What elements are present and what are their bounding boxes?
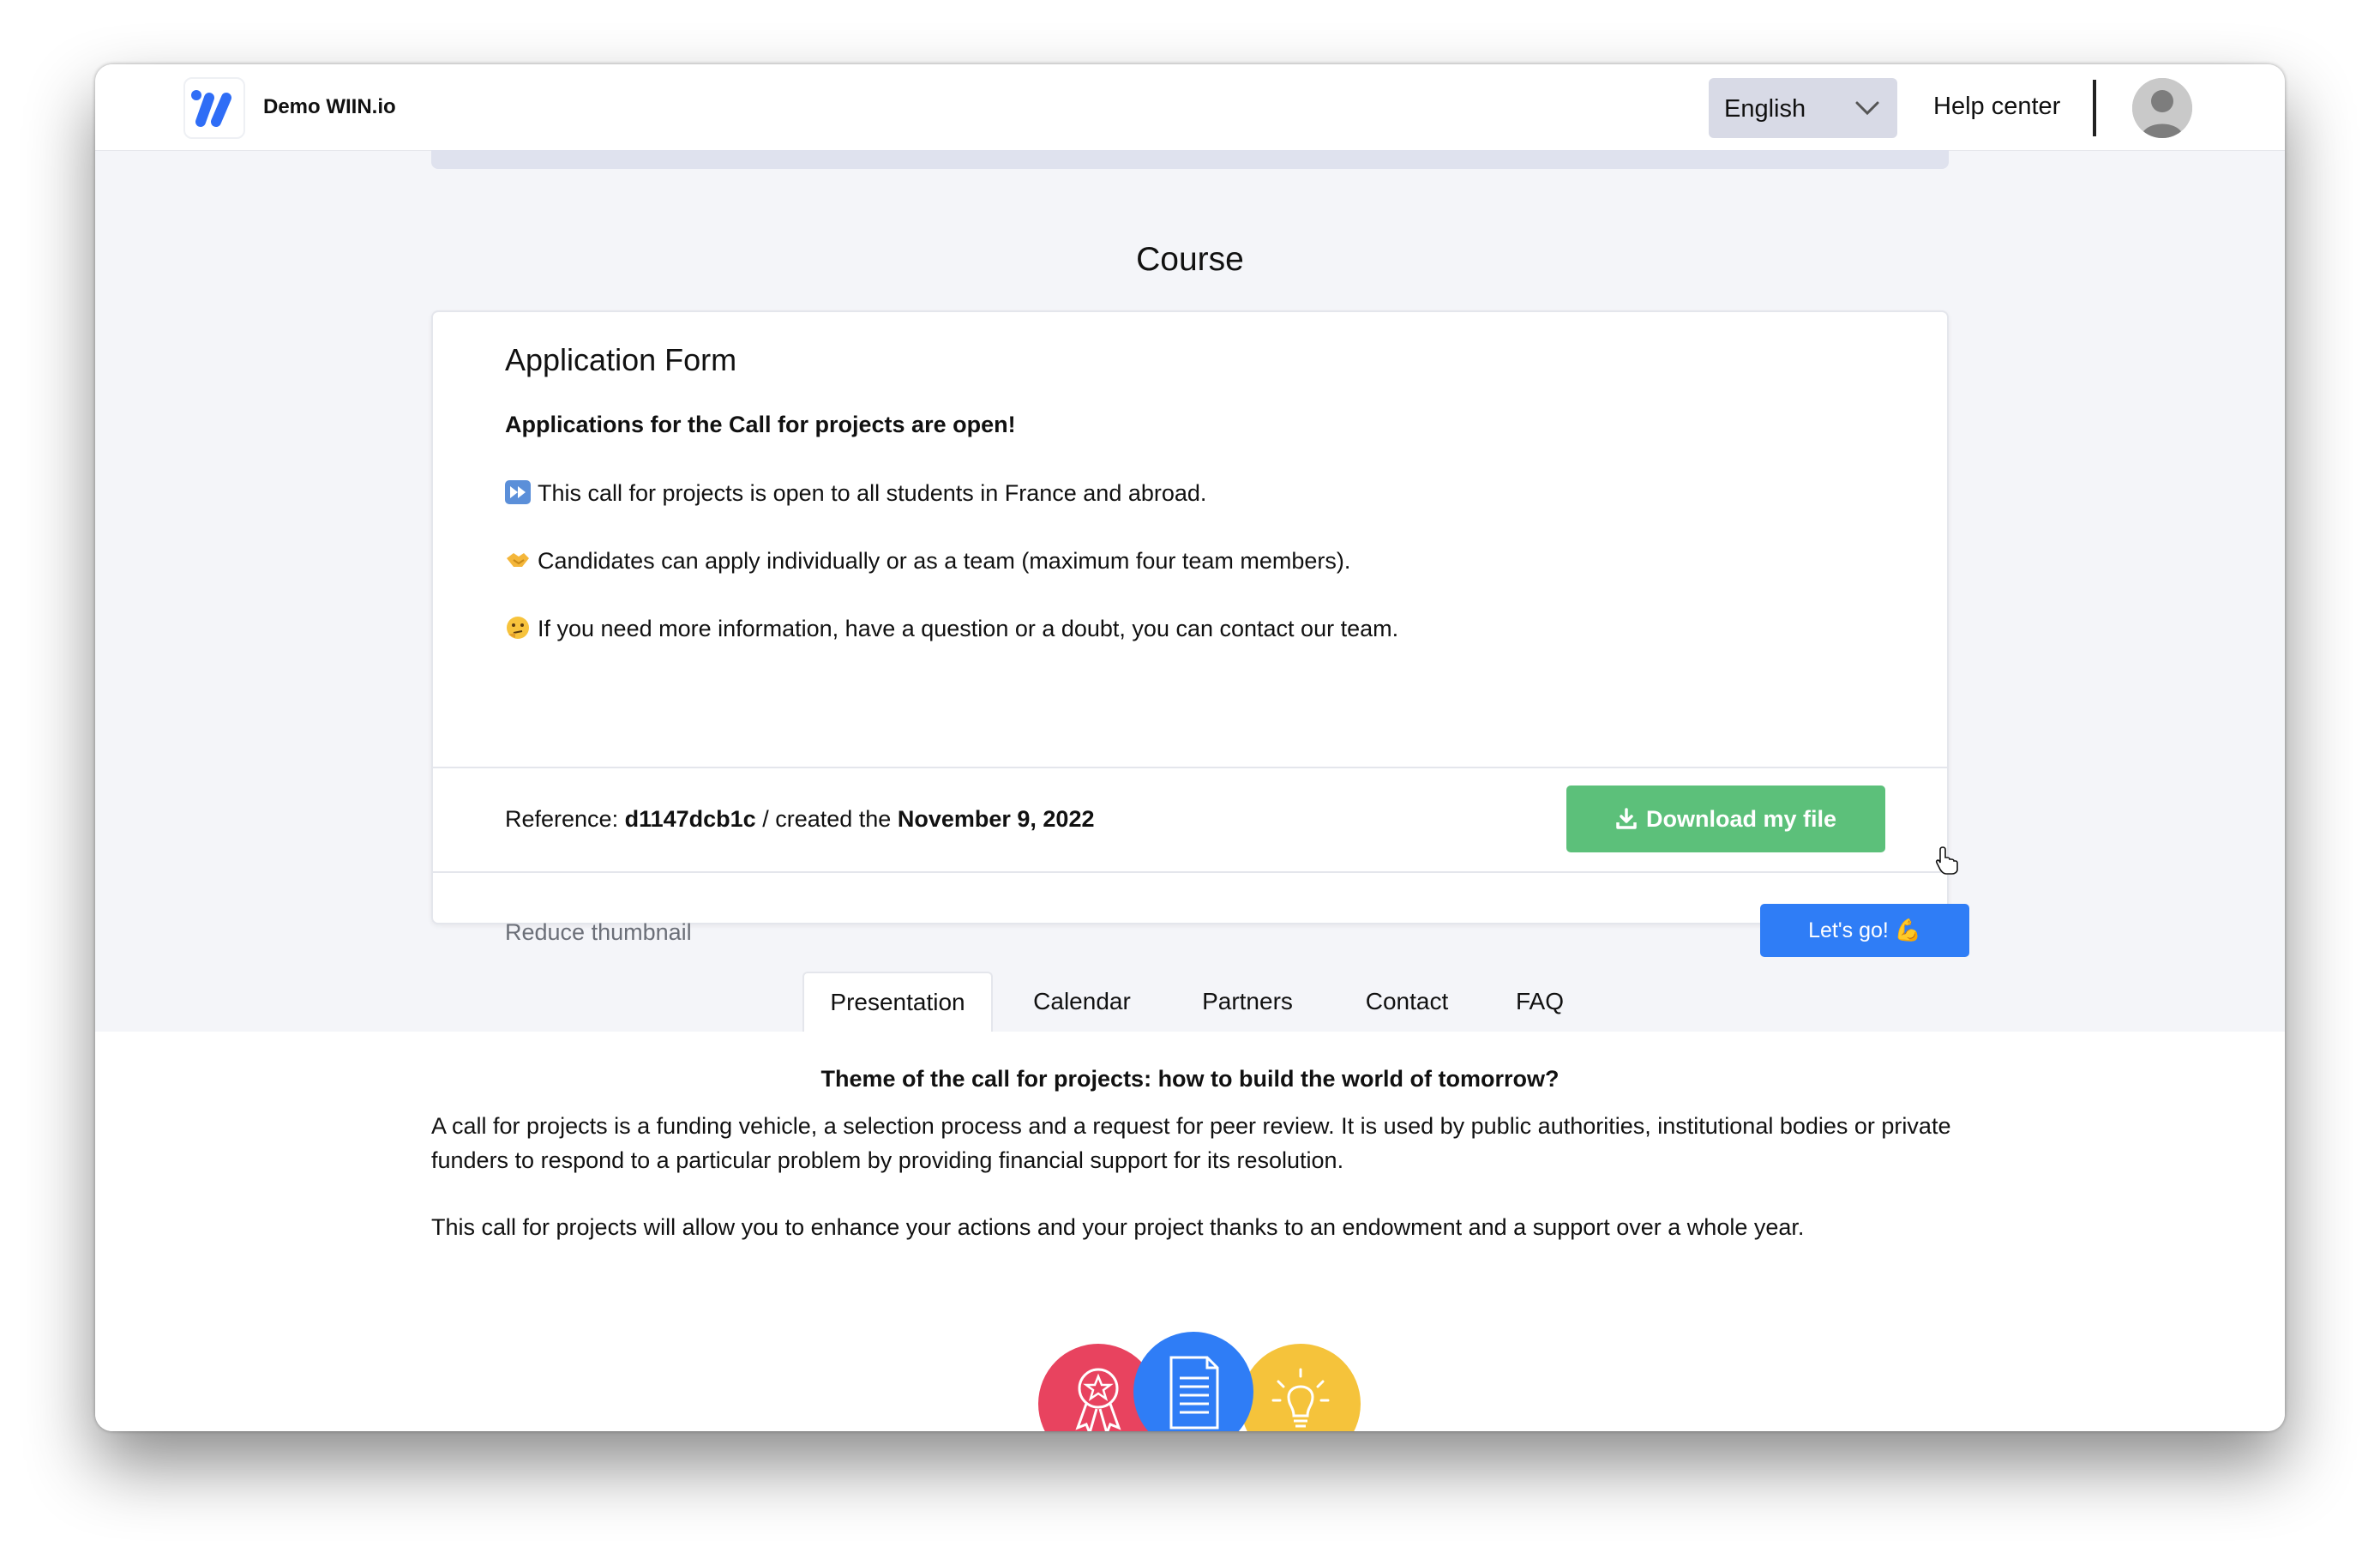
reference-row: Reference: d1147dcb1c / created the Nove… (433, 767, 1958, 875)
tab-faq[interactable]: FAQ (1493, 972, 1587, 1032)
reference-text: Reference: d1147dcb1c / created the Nove… (505, 806, 1094, 833)
handshake-icon (507, 553, 529, 567)
page-title: Course (1136, 241, 1244, 278)
avatar[interactable] (2132, 78, 2192, 138)
content-paragraph: This call for projects will allow you to… (431, 1214, 1805, 1240)
bullet-text: This call for projects is open to all st… (538, 480, 1207, 506)
tab-calendar[interactable]: Calendar (1013, 972, 1151, 1032)
tab-contact[interactable]: Contact (1343, 972, 1471, 1032)
header-divider (2093, 80, 2096, 136)
document-icon (1169, 1356, 1219, 1430)
bullet-item: Candidates can apply individually or as … (505, 548, 1350, 575)
tab-partners[interactable]: Partners (1175, 972, 1319, 1032)
idea-circle (1241, 1344, 1361, 1431)
lightbulb-icon (1271, 1368, 1330, 1428)
content-heading: Theme of the call for projects: how to b… (820, 1066, 1560, 1092)
download-button[interactable]: Download my file (1566, 786, 1885, 852)
top-header: Demo WIIN.io English Help center (95, 64, 2285, 151)
download-icon (1616, 808, 1637, 829)
download-label: Download my file (1645, 805, 1837, 832)
bullet-item: This call for projects is open to all st… (505, 480, 1206, 507)
presentation-content: Theme of the call for projects: how to b… (95, 1032, 2285, 1431)
bullet-text: If you need more information, have a que… (538, 616, 1399, 641)
reference-code: d1147dcb1c (624, 806, 756, 832)
tab-presentation[interactable]: Presentation (802, 972, 993, 1032)
chevron-down-icon (1855, 101, 1879, 116)
fast-forward-icon (505, 480, 531, 504)
bullet-text: Candidates can apply individually or as … (538, 548, 1351, 574)
banner-strip (431, 150, 1949, 169)
browser-window: Demo WIIN.io English Help center Course … (95, 64, 2285, 1431)
card-subtitle: Applications for the Call for projects a… (505, 412, 1016, 437)
application-card: Application Form Applications for the Ca… (431, 310, 1969, 957)
document-circle (1133, 1332, 1253, 1431)
reference-prefix: Reference: (505, 806, 619, 832)
content-paragraph: A call for projects is a funding vehicle… (431, 1113, 1951, 1173)
reduce-thumbnail-link[interactable]: Reduce thumbnail (505, 919, 692, 946)
bullet-item: If you need more information, have a que… (505, 616, 1398, 642)
logo[interactable] (183, 77, 245, 139)
lets-go-button[interactable]: Let's go! 💪 (1760, 904, 1969, 957)
user-icon (2132, 78, 2192, 138)
reference-middle: / created the (762, 806, 892, 832)
hand-cursor-icon (1935, 846, 1958, 875)
wiin-logo-icon (191, 90, 231, 127)
reference-date: November 9, 2022 (897, 806, 1095, 832)
help-center-link[interactable]: Help center (1933, 93, 2060, 121)
language-value: English (1724, 95, 1806, 123)
brand-name[interactable]: Demo WIIN.io (263, 95, 396, 119)
tabs-bar: Presentation Calendar Partners Contact F… (95, 972, 2285, 1032)
card-title: Application Form (505, 342, 737, 377)
thinking-face-icon (507, 617, 529, 639)
language-select[interactable]: English (1709, 78, 1897, 138)
